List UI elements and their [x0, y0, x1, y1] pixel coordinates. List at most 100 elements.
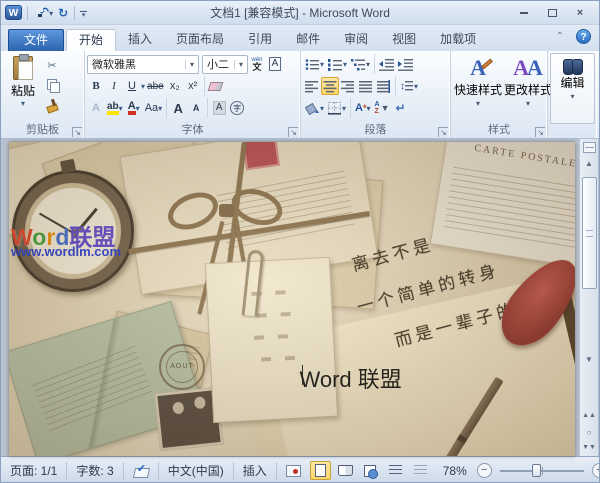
print-layout-view-button[interactable]: [309, 461, 331, 480]
chevron-down-icon[interactable]: ▾: [366, 60, 370, 69]
chevron-down-icon[interactable]: ▾: [320, 104, 324, 113]
paste-dropdown-icon[interactable]: ▾: [21, 99, 25, 108]
bold-button[interactable]: B: [87, 77, 105, 95]
change-case-button[interactable]: Aa ▾: [143, 99, 164, 117]
asian-layout-button[interactable]: A * ▾: [353, 99, 372, 117]
previous-page-button[interactable]: ▲▲: [581, 408, 598, 424]
outline-view-button[interactable]: [385, 461, 406, 480]
chevron-down-icon[interactable]: ▾: [320, 60, 324, 69]
tab-references[interactable]: 引用: [236, 29, 284, 51]
zoom-slider-thumb[interactable]: [531, 463, 541, 477]
scroll-up-button[interactable]: ▲: [581, 155, 598, 171]
chevron-down-icon[interactable]: ▾: [343, 60, 347, 69]
character-border-button[interactable]: A: [266, 55, 284, 73]
change-styles-button[interactable]: AA 更改样式 ▾: [503, 53, 553, 124]
chevron-down-icon[interactable]: ▾: [158, 104, 162, 113]
chevron-down-icon[interactable]: ▾: [342, 104, 346, 113]
page-number-indicator[interactable]: 页面: 1/1: [1, 461, 68, 480]
collapse-ribbon-icon[interactable]: ⌃: [556, 31, 564, 42]
subscript-button[interactable]: x₂: [166, 77, 184, 95]
font-family-combo[interactable]: 微软雅黑 ▾: [87, 54, 199, 74]
copy-button[interactable]: [43, 76, 61, 94]
typed-text[interactable]: Word 联盟: [201, 362, 402, 392]
chevron-down-icon[interactable]: ▾: [414, 82, 418, 91]
draft-view-button[interactable]: [410, 461, 431, 480]
justify-button[interactable]: [357, 77, 375, 95]
bullets-button[interactable]: ▾: [303, 55, 326, 73]
fullscreen-reading-view-button[interactable]: [335, 461, 356, 480]
scroll-down-button[interactable]: ▼: [581, 351, 598, 367]
paste-button[interactable]: 粘贴 ▾: [3, 53, 43, 114]
text-effects-button[interactable]: A: [87, 99, 105, 117]
tab-insert[interactable]: 插入: [116, 29, 164, 51]
typed-text-value: Word 联盟: [299, 367, 402, 392]
restore-button[interactable]: [543, 6, 561, 20]
italic-button[interactable]: I: [105, 77, 123, 95]
multilevel-list-button[interactable]: ▾: [349, 55, 372, 73]
language-indicator[interactable]: 中文(中国): [159, 461, 234, 480]
strikethrough-button[interactable]: abe: [145, 77, 166, 95]
chevron-down-icon[interactable]: ▾: [119, 104, 123, 113]
shrink-font-button[interactable]: A: [187, 99, 205, 117]
close-button[interactable]: ×: [571, 6, 589, 20]
scrollbar-thumb[interactable]: [581, 177, 597, 289]
align-center-button[interactable]: [321, 77, 339, 95]
clipboard-dialog-launcher[interactable]: ↘: [72, 127, 82, 137]
highlight-color-button[interactable]: ab ▾: [105, 99, 125, 117]
macro-record-button[interactable]: [277, 462, 310, 480]
superscript-button[interactable]: x²: [184, 77, 202, 95]
tab-file[interactable]: 文件: [8, 29, 65, 51]
font-color-button[interactable]: A ▾: [125, 99, 143, 117]
zoom-in-button[interactable]: +: [591, 463, 599, 478]
grow-font-button[interactable]: A: [169, 99, 187, 117]
styles-dialog-launcher[interactable]: ↘: [535, 127, 545, 137]
chevron-down-icon[interactable]: ▾: [367, 104, 371, 113]
document-page[interactable]: CARTE POSTALE AOUT 离去不是 一个简单的转身 而是一辈子的幸福…: [9, 142, 575, 456]
enclose-characters-button[interactable]: 字: [228, 99, 246, 117]
cut-button[interactable]: ✂: [43, 56, 61, 74]
tab-mailings[interactable]: 邮件: [284, 29, 332, 51]
ruler-toggle-button[interactable]: [582, 142, 596, 153]
tab-home[interactable]: 开始: [66, 29, 117, 51]
align-left-button[interactable]: [303, 77, 321, 95]
underline-button[interactable]: U: [123, 77, 141, 95]
web-layout-view-button[interactable]: [360, 461, 381, 480]
font-dialog-launcher[interactable]: ↘: [288, 127, 298, 137]
help-icon[interactable]: ?: [576, 29, 591, 44]
character-shading-button[interactable]: A: [210, 99, 228, 117]
phonetic-guide-button[interactable]: wén 文: [248, 55, 266, 73]
quick-styles-button[interactable]: A 快速样式 ▾: [453, 53, 503, 124]
align-right-button[interactable]: [339, 77, 357, 95]
chevron-down-icon[interactable]: ▾: [136, 104, 140, 113]
minimize-button[interactable]: [515, 6, 533, 20]
font-size-combo[interactable]: 小二 ▾: [202, 54, 248, 74]
scrollbar-track[interactable]: [581, 171, 598, 351]
numbering-button[interactable]: ▾: [326, 55, 349, 73]
show-marks-button[interactable]: ↵: [392, 99, 410, 117]
insert-mode-indicator[interactable]: 插入: [234, 461, 277, 480]
tab-view[interactable]: 视图: [380, 29, 428, 51]
tab-review[interactable]: 审阅: [332, 29, 380, 51]
tab-page-layout[interactable]: 页面布局: [164, 29, 236, 51]
next-page-button[interactable]: ▼▼: [581, 440, 598, 456]
select-browse-object-button[interactable]: ○: [581, 424, 598, 440]
sort-button[interactable]: A Z ▼: [373, 99, 392, 117]
word-count-indicator[interactable]: 字数: 3: [67, 461, 124, 480]
editing-button[interactable]: 编辑 ▾: [550, 53, 595, 124]
zoom-out-button[interactable]: −: [476, 463, 492, 478]
tab-add-ins[interactable]: 加载项: [428, 29, 488, 51]
chevron-down-icon[interactable]: ▾: [185, 59, 198, 69]
spellcheck-status[interactable]: [124, 461, 159, 480]
clear-formatting-button[interactable]: [207, 77, 225, 95]
decrease-indent-button[interactable]: [377, 55, 396, 73]
paragraph-dialog-launcher[interactable]: ↘: [438, 127, 448, 137]
shading-button[interactable]: ▾: [303, 99, 326, 117]
borders-button[interactable]: ▾: [326, 99, 348, 117]
chevron-down-icon[interactable]: ▾: [234, 59, 247, 69]
zoom-level[interactable]: 78%: [435, 464, 473, 478]
zoom-slider-track[interactable]: [499, 463, 584, 477]
format-painter-button[interactable]: [43, 96, 61, 114]
line-spacing-button[interactable]: ↕ ▾: [398, 77, 420, 95]
increase-indent-button[interactable]: [396, 55, 415, 73]
distribute-button[interactable]: [375, 77, 393, 95]
